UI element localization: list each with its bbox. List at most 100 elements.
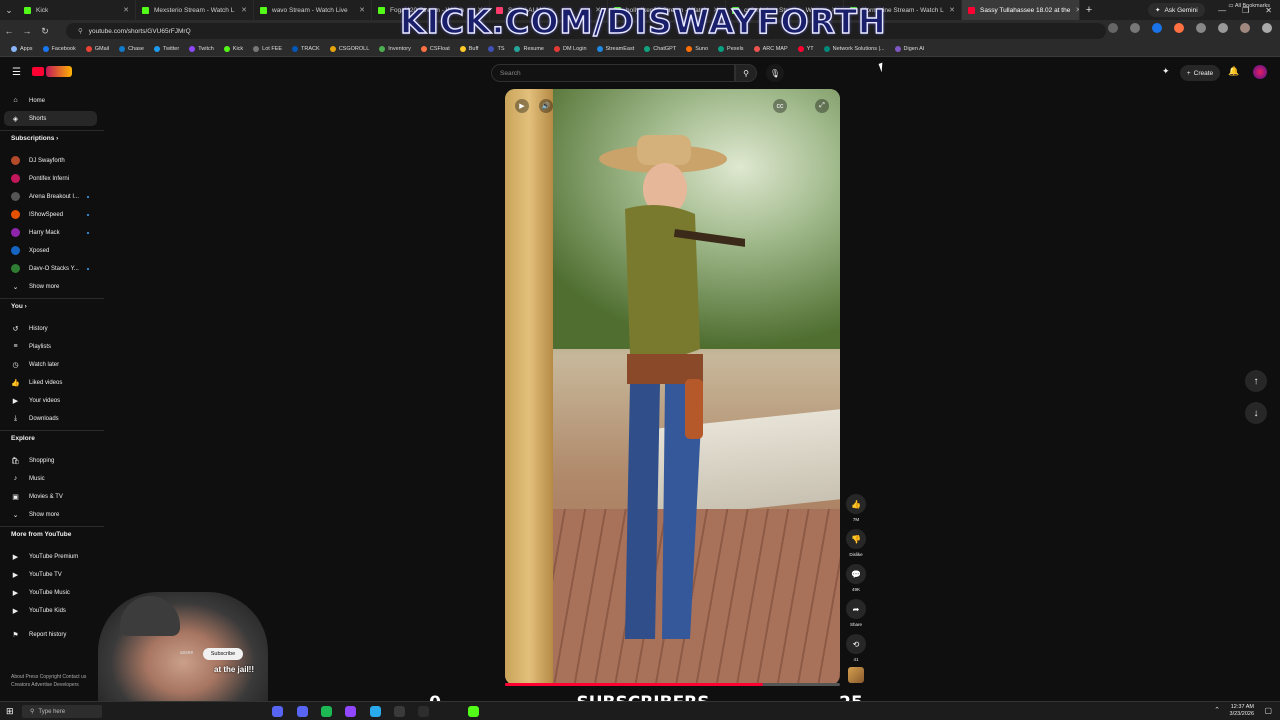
menu-icon[interactable] bbox=[1262, 23, 1272, 33]
next-short-button[interactable]: ↓ bbox=[1245, 402, 1267, 424]
downloads-icon[interactable] bbox=[1218, 23, 1228, 33]
voice-search-button[interactable]: 🎙 bbox=[766, 64, 784, 82]
taskbar-app-icon[interactable] bbox=[370, 706, 381, 717]
subscribe-button[interactable]: Subscribe bbox=[203, 648, 243, 660]
sidebar-item-more[interactable]: ▶ YouTube Music bbox=[4, 585, 97, 600]
sidebar-subscription[interactable]: Xposed bbox=[4, 243, 97, 258]
sidebar-subscription[interactable]: Harry Mack bbox=[4, 225, 97, 240]
subscriptions-header[interactable]: Subscriptions › bbox=[11, 135, 58, 142]
browser-tab[interactable]: Sassy Tullahassee 18.02 at the ✕ bbox=[962, 0, 1080, 20]
video-progress-bar[interactable] bbox=[505, 683, 840, 686]
all-bookmarks-button[interactable]: ▭ All Bookmarks bbox=[1228, 3, 1270, 9]
bookmark-item[interactable]: Twitter bbox=[149, 46, 184, 52]
taskbar-app-icon[interactable] bbox=[297, 706, 308, 717]
close-tab-icon[interactable]: ✕ bbox=[241, 6, 247, 14]
bookmark-item[interactable]: Pexels bbox=[713, 46, 749, 52]
taskbar-search[interactable]: ⚲ Type here bbox=[22, 705, 102, 718]
browser-tab[interactable]: Suno | AI Music ✕ bbox=[490, 0, 608, 20]
sidebar-item-you[interactable]: ≡ Playlists bbox=[4, 339, 97, 354]
bookmark-item[interactable]: StreamEast bbox=[592, 46, 640, 52]
browser-tab[interactable]: Mexsterio Stream - Watch L ✕ bbox=[136, 0, 254, 20]
windows-start-icon[interactable]: ⊞ bbox=[6, 706, 14, 717]
bookmark-item[interactable]: Digen AI bbox=[890, 46, 930, 52]
notifications-bell-icon[interactable]: 🔔 bbox=[1228, 66, 1239, 77]
extension-icon[interactable] bbox=[1174, 23, 1184, 33]
bookmark-item[interactable]: YT bbox=[793, 46, 819, 52]
minimize-icon[interactable]: — bbox=[1218, 6, 1226, 15]
shorts-action-comments[interactable]: 💬 49K bbox=[846, 564, 866, 592]
extension-icon[interactable] bbox=[1152, 23, 1162, 33]
search-input[interactable]: Search bbox=[491, 64, 735, 82]
bookmark-item[interactable]: Facebook bbox=[38, 46, 81, 52]
sidebar-item-explore[interactable]: 🛍 Shopping bbox=[4, 453, 97, 468]
taskbar-app-icon[interactable] bbox=[321, 706, 332, 717]
volume-icon[interactable]: 🔊 bbox=[539, 99, 553, 113]
sidebar-item-more[interactable]: ▶ YouTube TV bbox=[4, 567, 97, 582]
bookmark-item[interactable]: Chase bbox=[114, 46, 149, 52]
reload-icon[interactable]: ↻ bbox=[36, 26, 54, 37]
captions-icon[interactable]: cc bbox=[773, 99, 787, 113]
close-tab-icon[interactable]: ✕ bbox=[359, 6, 365, 14]
extensions-puzzle-icon[interactable] bbox=[1196, 23, 1206, 33]
profile-icon[interactable] bbox=[1240, 23, 1250, 33]
browser-tab[interactable]: Kick ✕ bbox=[18, 0, 136, 20]
sidebar-item-shorts[interactable]: ◈ Shorts bbox=[4, 111, 97, 126]
bookmark-item[interactable]: Twitch bbox=[184, 46, 219, 52]
browser-tab[interactable]: holly4ken88 Stream - Watch ✕ bbox=[608, 0, 726, 20]
browser-tab[interactable]: cpfunkyhan Stream - Wat ✕ bbox=[726, 0, 844, 20]
close-tab-icon[interactable]: ✕ bbox=[595, 6, 601, 14]
bookmark-item[interactable]: TRACK bbox=[287, 46, 325, 52]
sidebar-subscription[interactable]: Pontifex Inferni bbox=[4, 171, 97, 186]
ask-gemini-button[interactable]: ✦ Ask Gemini bbox=[1148, 3, 1205, 17]
close-tab-icon[interactable]: ✕ bbox=[123, 6, 129, 14]
browser-tab[interactable]: wavo Stream - Watch Live ✕ bbox=[254, 0, 372, 20]
bookmark-item[interactable]: Apps bbox=[6, 46, 38, 52]
more-from-youtube-header[interactable]: More from YouTube bbox=[11, 531, 71, 538]
sidebar-item-explore[interactable]: ♪ Music bbox=[4, 471, 97, 486]
new-tab-button[interactable]: + bbox=[1080, 4, 1098, 16]
bookmark-item[interactable]: DM Login bbox=[549, 46, 592, 52]
close-tab-icon[interactable]: ✕ bbox=[831, 6, 837, 14]
shorts-action-like[interactable]: 👍 7M bbox=[846, 494, 866, 522]
sidebar-item-you[interactable]: 👍 Liked videos bbox=[4, 375, 97, 390]
install-app-icon[interactable] bbox=[1108, 23, 1118, 33]
bookmark-item[interactable]: CSGOROLL bbox=[325, 46, 375, 52]
sidebar-subscription[interactable]: Davv-O Stacks Y... bbox=[4, 261, 97, 276]
shorts-action-remix[interactable]: ⟲ 41 bbox=[846, 634, 866, 662]
notifications-icon[interactable]: ▢ bbox=[1264, 706, 1272, 715]
system-tray-chevron-icon[interactable]: ⌃ bbox=[1214, 706, 1220, 714]
url-bar[interactable]: ⚲ youtube.com/shorts/GVU65rFJMrQ bbox=[66, 23, 1106, 39]
bookmark-item[interactable]: TS bbox=[483, 46, 509, 52]
bookmark-star-icon[interactable] bbox=[1130, 23, 1140, 33]
youtube-doodle-logo[interactable] bbox=[46, 66, 72, 77]
close-tab-icon[interactable]: ✕ bbox=[1075, 6, 1079, 14]
fullscreen-icon[interactable]: ⤢ bbox=[815, 99, 829, 113]
sidebar-item-you[interactable]: ◷ Watch later bbox=[4, 357, 97, 372]
taskbar-clock[interactable]: 12:37 AM 3/23/2026 bbox=[1230, 704, 1254, 718]
you-header[interactable]: You › bbox=[11, 303, 27, 310]
taskbar-app-icon[interactable] bbox=[394, 706, 405, 717]
taskbar-app-icon[interactable] bbox=[272, 706, 283, 717]
forward-icon[interactable]: → bbox=[18, 26, 36, 36]
previous-short-button[interactable]: ↑ bbox=[1245, 370, 1267, 392]
sidebar-item-report-history[interactable]: ⚑ Report history bbox=[4, 627, 97, 642]
taskbar-app-icon[interactable] bbox=[418, 706, 429, 717]
channel-avatar[interactable] bbox=[848, 667, 864, 683]
hamburger-menu-icon[interactable]: ☰ bbox=[12, 67, 21, 78]
sidebar-item-more[interactable]: ▶ YouTube Kids bbox=[4, 603, 97, 618]
play-icon[interactable]: ▶ bbox=[515, 99, 529, 113]
account-avatar[interactable] bbox=[1253, 65, 1267, 79]
taskbar-app-icon[interactable] bbox=[345, 706, 356, 717]
tab-search-icon[interactable]: ⌄ bbox=[0, 5, 18, 16]
show-more-explore[interactable]: ⌄ Show more bbox=[4, 507, 97, 522]
shorts-video-player[interactable]: ▶ 🔊 cc ⤢ bbox=[505, 89, 840, 685]
customize-icon[interactable]: ✦ bbox=[1162, 66, 1170, 77]
close-tab-icon[interactable]: ✕ bbox=[713, 6, 719, 14]
bookmark-item[interactable]: GMail bbox=[81, 46, 114, 52]
browser-tab[interactable]: Fogal420 Stream - Watch ✕ bbox=[372, 0, 490, 20]
bookmark-item[interactable]: Kick bbox=[219, 46, 248, 52]
shorts-action-dislike[interactable]: 👎 Dislike bbox=[846, 529, 866, 557]
search-button[interactable]: ⚲ bbox=[735, 64, 757, 82]
close-tab-icon[interactable]: ✕ bbox=[477, 6, 483, 14]
bookmark-item[interactable]: Lot FEE bbox=[248, 46, 287, 52]
